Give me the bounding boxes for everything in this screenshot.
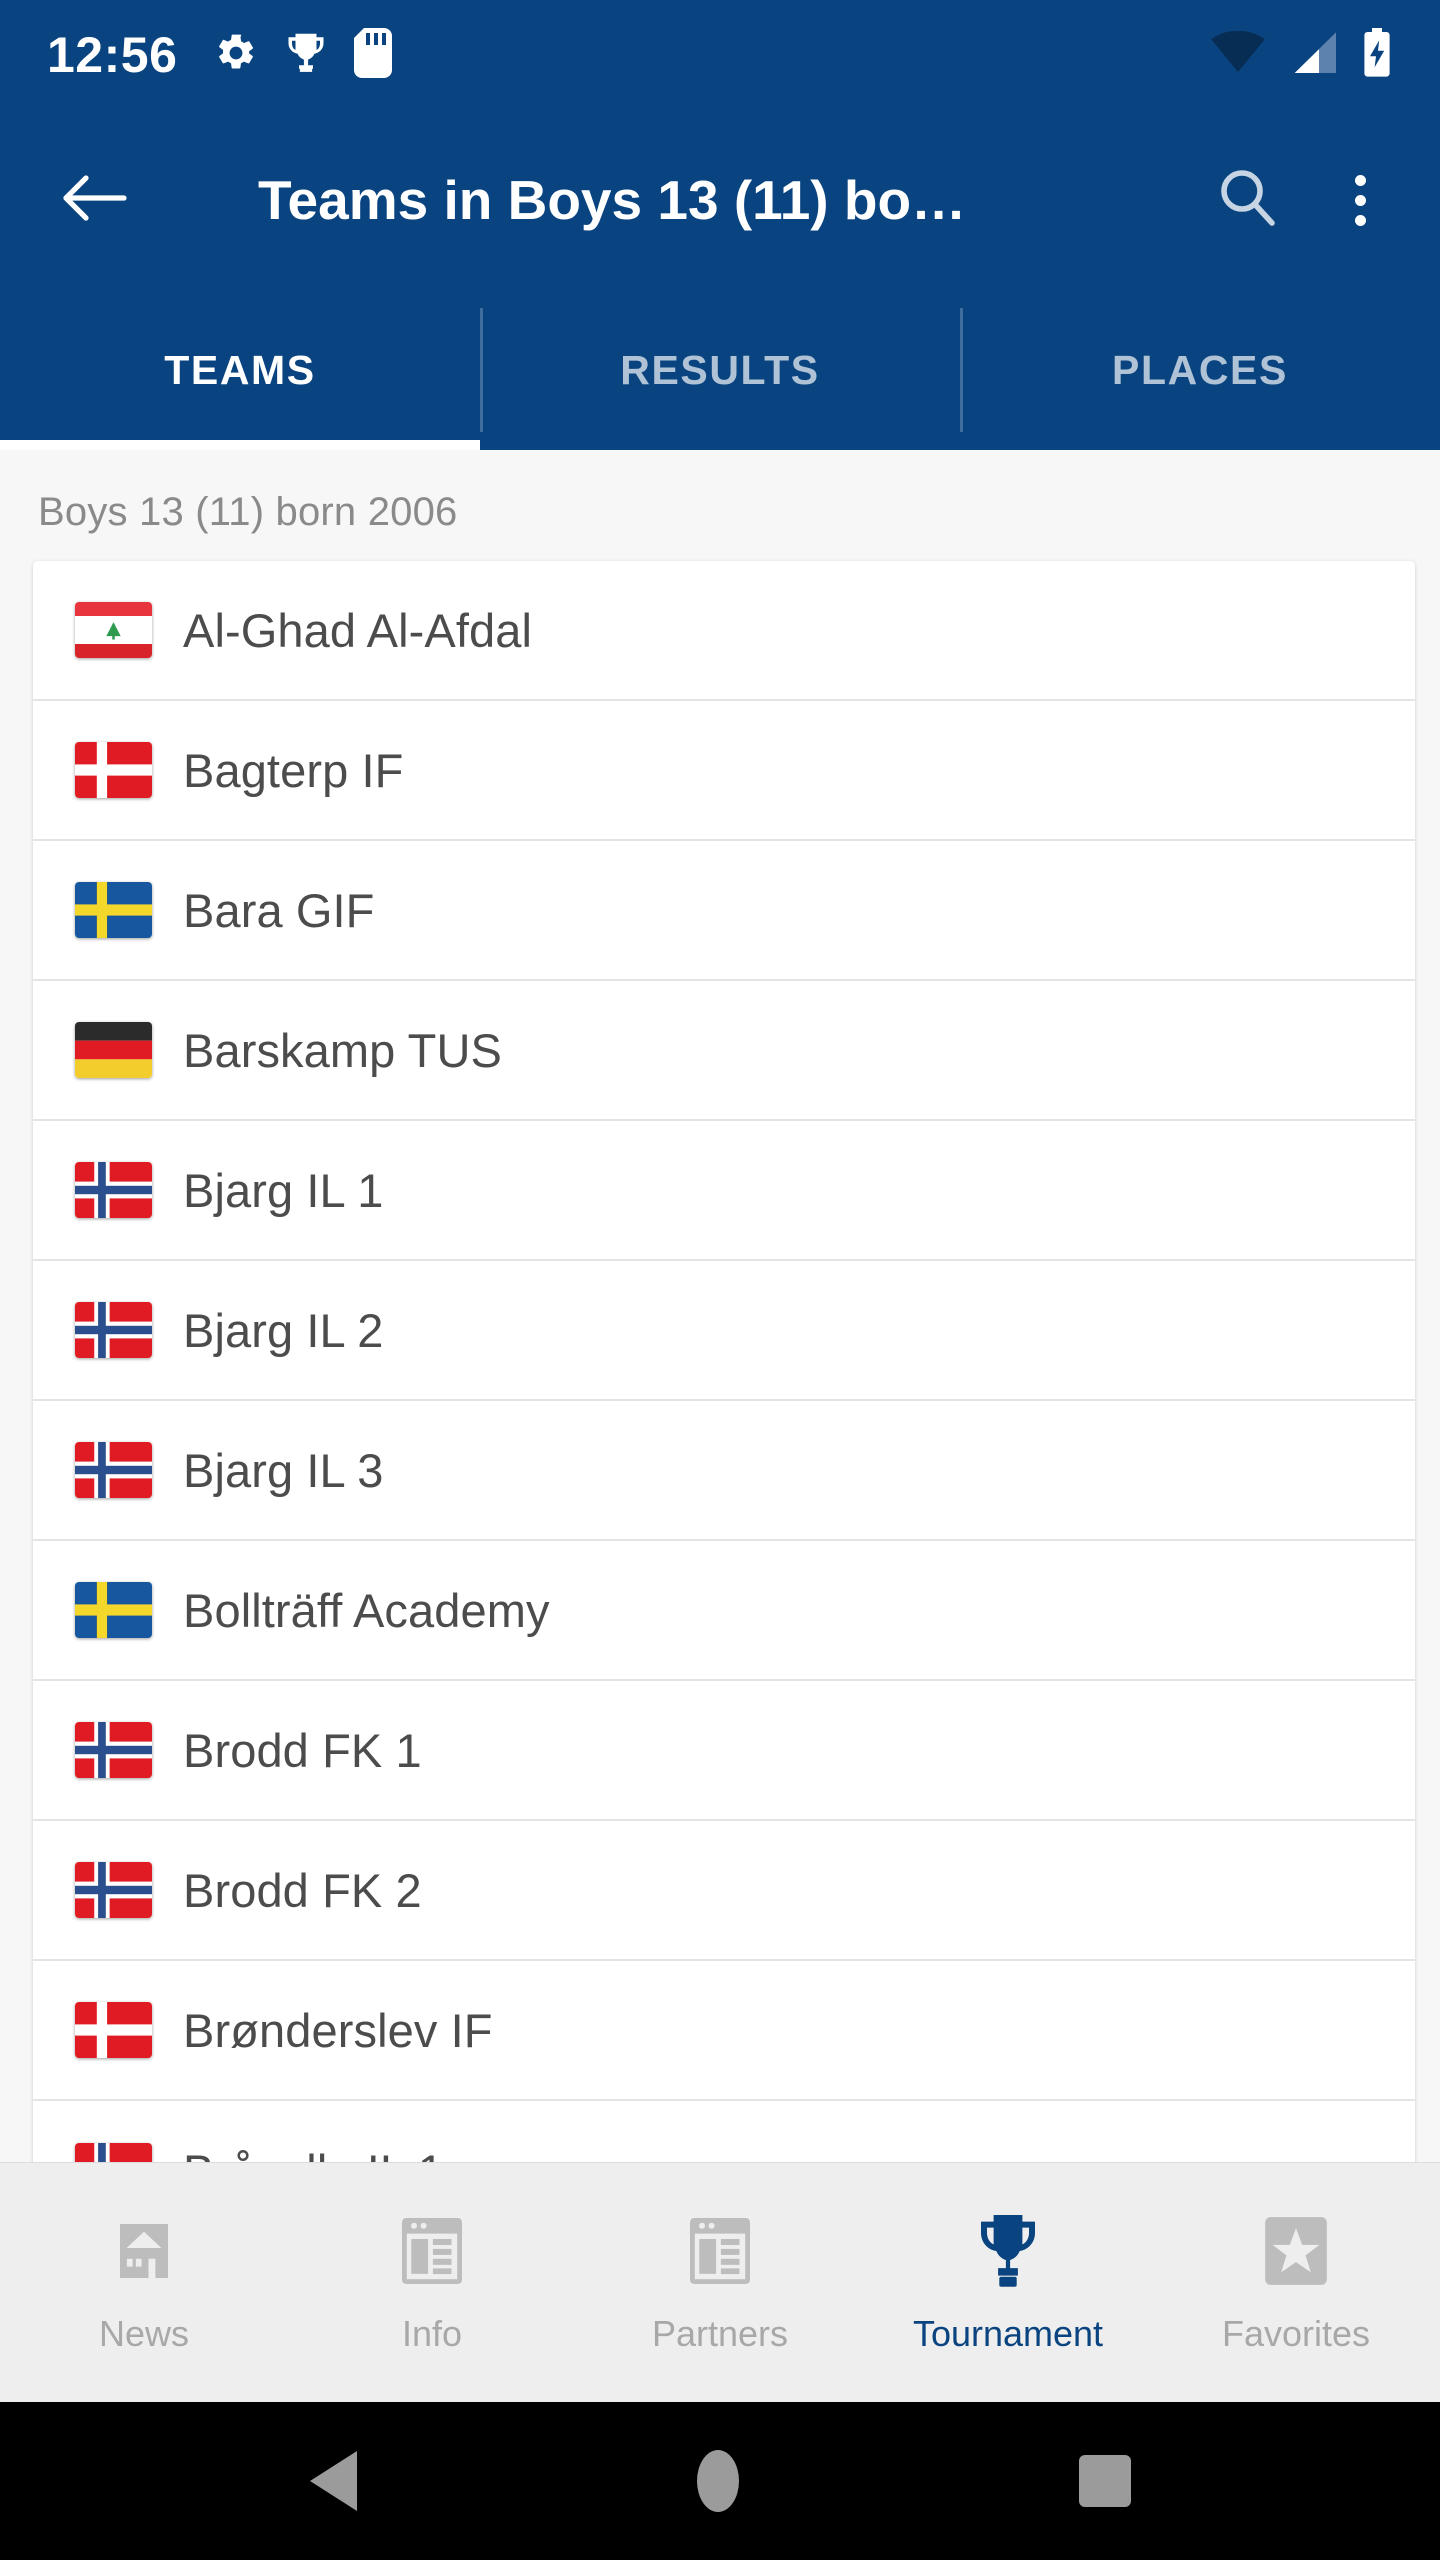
norway-flag-icon bbox=[75, 1862, 152, 1918]
team-name: Brønderslev IF bbox=[183, 2003, 493, 2057]
team-name: Al-Ghad Al-Afdal bbox=[183, 603, 533, 657]
nav-item-info[interactable]: Info bbox=[288, 2163, 576, 2402]
team-list: Al-Ghad Al-Afdal Bagterp IF Bara GIF Bar… bbox=[33, 561, 1415, 2162]
battery-charging-icon bbox=[1360, 27, 1394, 83]
gear-icon bbox=[214, 31, 258, 80]
nav-item-favorites[interactable]: Favorites bbox=[1152, 2163, 1440, 2402]
denmark-flag-icon bbox=[75, 2002, 152, 2058]
team-name: Bara GIF bbox=[183, 883, 375, 937]
status-bar-system-icons bbox=[1210, 0, 1394, 110]
team-list-item[interactable]: Brodd FK 2 bbox=[33, 1821, 1415, 1961]
team-name: Bråvalla IL 1 bbox=[183, 2144, 444, 2163]
search-icon bbox=[1216, 167, 1278, 234]
nav-item-tournament[interactable]: Tournament bbox=[864, 2163, 1152, 2402]
team-list-item[interactable]: Brønderslev IF bbox=[33, 1961, 1415, 2101]
nav-label: News bbox=[98, 2312, 190, 2354]
team-list-item[interactable]: Brodd FK 1 bbox=[33, 1681, 1415, 1821]
team-name: Brodd FK 1 bbox=[183, 1723, 422, 1777]
more-vertical-icon bbox=[1354, 194, 1366, 206]
nav-item-news[interactable]: News bbox=[0, 2163, 288, 2402]
nav-back-icon[interactable] bbox=[309, 2451, 357, 2511]
more-vertical-icon bbox=[1354, 214, 1366, 226]
tab-places[interactable]: PLACES bbox=[960, 290, 1440, 450]
tab-results[interactable]: RESULTS bbox=[480, 290, 960, 450]
norway-flag-icon bbox=[75, 1302, 152, 1358]
team-list-item[interactable]: Bjarg IL 1 bbox=[33, 1121, 1415, 1261]
bottom-navigation: News Info Partners Tournament Favorites bbox=[0, 2162, 1440, 2402]
search-button[interactable] bbox=[1209, 162, 1285, 238]
status-bar-clock: 12:56 bbox=[47, 27, 178, 83]
sd-card-icon bbox=[354, 27, 393, 83]
nav-label: Favorites bbox=[1221, 2312, 1371, 2354]
team-name: Bagterp IF bbox=[183, 743, 404, 797]
tab-label: PLACES bbox=[1112, 346, 1288, 393]
sweden-flag-icon bbox=[75, 882, 152, 938]
tab-bar: TEAMS RESULTS PLACES bbox=[0, 290, 1440, 450]
wifi-off-icon bbox=[1210, 30, 1266, 80]
team-list-item[interactable]: Al-Ghad Al-Afdal bbox=[33, 561, 1415, 701]
back-button[interactable] bbox=[55, 160, 135, 240]
germany-flag-icon bbox=[75, 1022, 152, 1078]
team-name: Bjarg IL 2 bbox=[183, 1303, 384, 1357]
status-bar-notification-icons bbox=[214, 27, 393, 83]
lebanon-flag-icon bbox=[75, 602, 152, 658]
article-icon bbox=[392, 2211, 472, 2291]
norway-flag-icon bbox=[75, 2143, 152, 2162]
page-title: Teams in Boys 13 (11) bo… bbox=[258, 169, 967, 231]
nav-label: Info bbox=[401, 2312, 463, 2354]
section-header: Boys 13 (11) born 2006 bbox=[38, 490, 458, 534]
tab-teams[interactable]: TEAMS bbox=[0, 290, 480, 450]
trophy-icon bbox=[968, 2211, 1048, 2291]
team-list-item[interactable]: Bagterp IF bbox=[33, 701, 1415, 841]
team-name: Bollträff Academy bbox=[183, 1583, 550, 1637]
android-navigation-bar bbox=[0, 2402, 1440, 2560]
status-bar: 12:56 bbox=[0, 0, 1440, 110]
phone-screen: 12:56 Teams in Boys 13 (11) bo… TEAMS RE… bbox=[0, 0, 1440, 2560]
team-name: Bjarg IL 1 bbox=[183, 1163, 384, 1217]
content-area[interactable]: Boys 13 (11) born 2006 Al-Ghad Al-Afdal … bbox=[0, 450, 1440, 2162]
article-icon bbox=[680, 2211, 760, 2291]
nav-item-partners[interactable]: Partners bbox=[576, 2163, 864, 2402]
tab-label: RESULTS bbox=[620, 346, 820, 393]
team-name: Barskamp TUS bbox=[183, 1023, 502, 1077]
tab-label: TEAMS bbox=[164, 346, 316, 393]
overflow-menu-button[interactable] bbox=[1322, 162, 1398, 238]
tab-active-indicator bbox=[0, 440, 480, 450]
norway-flag-icon bbox=[75, 1162, 152, 1218]
trophy-icon bbox=[285, 30, 327, 81]
team-list-item[interactable]: Bjarg IL 2 bbox=[33, 1261, 1415, 1401]
nav-label: Partners bbox=[651, 2312, 789, 2354]
team-list-item[interactable]: Bollträff Academy bbox=[33, 1541, 1415, 1681]
nav-recents-icon[interactable] bbox=[1078, 2455, 1131, 2507]
nav-label: Tournament bbox=[912, 2312, 1104, 2354]
star-icon bbox=[1256, 2211, 1336, 2291]
nav-home-icon[interactable] bbox=[696, 2450, 739, 2512]
team-list-item[interactable]: Bråvalla IL 1 bbox=[33, 2101, 1415, 2162]
home-icon bbox=[104, 2211, 184, 2291]
team-list-item[interactable]: Barskamp TUS bbox=[33, 981, 1415, 1121]
cellular-signal-icon bbox=[1288, 30, 1338, 81]
team-list-item[interactable]: Bara GIF bbox=[33, 841, 1415, 981]
sweden-flag-icon bbox=[75, 1582, 152, 1638]
more-vertical-icon bbox=[1354, 174, 1366, 186]
team-name: Bjarg IL 3 bbox=[183, 1443, 384, 1497]
denmark-flag-icon bbox=[75, 742, 152, 798]
team-list-item[interactable]: Bjarg IL 3 bbox=[33, 1401, 1415, 1541]
app-bar: Teams in Boys 13 (11) bo… bbox=[0, 110, 1440, 290]
back-arrow-icon bbox=[62, 170, 128, 231]
norway-flag-icon bbox=[75, 1722, 152, 1778]
team-name: Brodd FK 2 bbox=[183, 1863, 422, 1917]
norway-flag-icon bbox=[75, 1442, 152, 1498]
